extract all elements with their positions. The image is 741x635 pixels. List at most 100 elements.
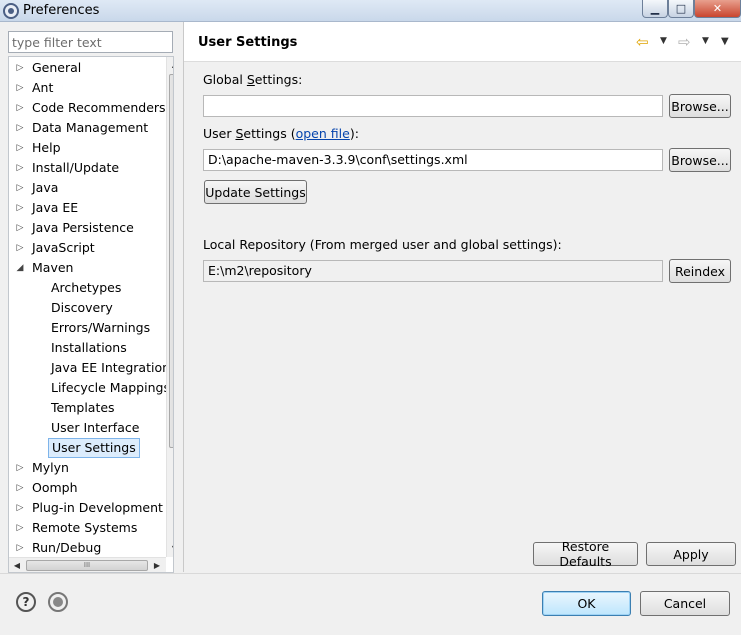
tree-item-label: Help [32, 140, 61, 155]
tree-item-label: Archetypes [51, 280, 122, 295]
tree-item-label: Oomph [32, 480, 78, 495]
global-settings-field[interactable] [203, 95, 663, 117]
tree-item-label: User Settings [48, 438, 140, 458]
tree-horizontal-scrollbar[interactable]: ◀ III ▶ [9, 557, 166, 572]
minimize-button[interactable]: ▁ [642, 0, 668, 18]
page-header: User Settings ⇦ ▼ ⇨ ▼ ▼ [184, 22, 741, 62]
filter-input[interactable] [8, 31, 173, 53]
tree-collapsed-arrow-icon[interactable]: ▷ [15, 218, 25, 238]
tree-collapsed-arrow-icon[interactable]: ▷ [15, 478, 25, 498]
tree-item-label: Code Recommenders [32, 100, 166, 115]
help-icon[interactable]: ? [16, 592, 36, 612]
tree-item[interactable]: ▷ Remote Systems [9, 518, 166, 538]
tree-item-label: Mylyn [32, 460, 69, 475]
user-settings-label: User Settings (open file): [203, 126, 359, 141]
tree-item[interactable]: ▷ Ant [9, 78, 166, 98]
tree-item[interactable]: User Interface [9, 418, 166, 438]
tree-item[interactable]: ▷ General [9, 58, 166, 78]
tree-collapsed-arrow-icon[interactable]: ▷ [15, 498, 25, 518]
user-browse-button[interactable]: Browse... [669, 148, 731, 172]
tree-collapsed-arrow-icon[interactable]: ▷ [15, 158, 25, 178]
tree-collapsed-arrow-icon[interactable]: ▷ [15, 118, 25, 138]
update-settings-button[interactable]: Update Settings [204, 180, 307, 204]
scroll-left-icon[interactable]: ◀ [9, 558, 25, 572]
title-bar: Preferences ▁ □ ✕ [0, 0, 741, 22]
tree-item-label: Errors/Warnings [51, 320, 151, 335]
tree-item[interactable]: ▷ Code Recommenders [9, 98, 166, 118]
tree-item[interactable]: Errors/Warnings [9, 318, 166, 338]
tree-collapsed-arrow-icon[interactable]: ▷ [15, 98, 25, 118]
tree-collapsed-arrow-icon[interactable]: ▷ [15, 518, 25, 538]
tree-item[interactable]: ▷ Java [9, 178, 166, 198]
local-repository-label: Local Repository (From merged user and g… [203, 237, 562, 252]
tree-item[interactable]: ▷ JavaScript [9, 238, 166, 258]
ok-button[interactable]: OK [542, 591, 631, 616]
tree-item[interactable]: Discovery [9, 298, 166, 318]
scroll-right-icon[interactable]: ▶ [149, 558, 165, 572]
tree-collapsed-arrow-icon[interactable]: ▷ [15, 458, 25, 478]
forward-history-dropdown-icon[interactable]: ▼ [702, 36, 709, 46]
tree-item[interactable]: ▷ Help [9, 138, 166, 158]
tree-item[interactable]: ▷ Mylyn [9, 458, 166, 478]
view-menu-icon[interactable]: ▼ [721, 36, 729, 47]
vertical-scroll-thumb[interactable]: ≡ [169, 74, 173, 448]
tree-item-label: Java Persistence [32, 220, 134, 235]
tree-item-label: Maven [32, 260, 74, 275]
tree-expanded-arrow-icon[interactable]: ◢ [15, 258, 25, 278]
tree-item-label: Templates [51, 400, 115, 415]
tree-item-label: Lifecycle Mappings [51, 380, 170, 395]
tree-collapsed-arrow-icon[interactable]: ▷ [15, 78, 25, 98]
tree-item[interactable]: Installations [9, 338, 166, 358]
minimize-icon: ▁ [650, 2, 660, 15]
record-preferences-icon[interactable] [48, 592, 68, 612]
tree-collapsed-arrow-icon[interactable]: ▷ [15, 58, 25, 78]
open-file-link[interactable]: open file [296, 126, 350, 141]
tree-item[interactable]: ▷ Plug-in Development [9, 498, 166, 518]
forward-arrow-icon[interactable]: ⇨ [678, 33, 691, 51]
close-window-button[interactable]: ✕ [694, 0, 741, 18]
back-arrow-icon[interactable]: ⇦ [636, 33, 649, 51]
close-icon: ✕ [712, 2, 723, 15]
tree-item-label: JavaScript [32, 240, 95, 255]
tree-collapsed-arrow-icon[interactable]: ▷ [15, 178, 25, 198]
restore-defaults-button[interactable]: Restore Defaults [533, 539, 638, 569]
tree-item[interactable]: ▷ Java EE [9, 198, 166, 218]
tree-item[interactable]: ▷ Data Management [9, 118, 166, 138]
cancel-button[interactable]: Cancel [640, 591, 730, 616]
user-settings-field[interactable]: D:\apache-maven-3.3.9\conf\settings.xml [203, 149, 663, 171]
tree-item-label: Run/Debug [32, 540, 102, 555]
tree-collapsed-arrow-icon[interactable]: ▷ [15, 538, 25, 558]
tree-item[interactable]: ▷ Java Persistence [9, 218, 166, 238]
maximize-button[interactable]: □ [668, 0, 694, 18]
footer-separator [0, 573, 741, 574]
maximize-icon: □ [675, 2, 687, 15]
tree-item[interactable]: ▷ Oomph [9, 478, 166, 498]
tree-item-label: Java [32, 180, 59, 195]
horizontal-scroll-thumb[interactable]: III [26, 560, 148, 571]
tree-collapsed-arrow-icon[interactable]: ▷ [15, 138, 25, 158]
tree-item[interactable]: Lifecycle Mappings [9, 378, 170, 398]
scroll-down-icon[interactable]: ▼ [167, 541, 173, 557]
scroll-up-icon[interactable]: ▲ [167, 57, 173, 73]
tree-item-label: Plug-in Development [32, 500, 163, 515]
tree-item[interactable]: ▷ Run/Debug [9, 538, 166, 558]
tree-item[interactable]: Java EE Integration [9, 358, 170, 378]
apply-button[interactable]: Apply [646, 542, 736, 566]
tree-collapsed-arrow-icon[interactable]: ▷ [15, 198, 25, 218]
tree-item[interactable]: Archetypes [9, 278, 166, 298]
preference-tree[interactable]: ▷ General ▷ Ant ▷ Code Recommenders ▷ Data Mana… [8, 56, 174, 573]
tree-item[interactable]: User Settings [9, 438, 166, 458]
tree-collapsed-arrow-icon[interactable]: ▷ [15, 238, 25, 258]
local-repository-field: E:\m2\repository [203, 260, 663, 282]
pane-sash[interactable] [183, 22, 184, 572]
tree-item-label: Install/Update [32, 160, 120, 175]
tree-item[interactable]: ▷ Install/Update [9, 158, 166, 178]
tree-item-label: Installations [51, 340, 127, 355]
tree-vertical-scrollbar[interactable]: ▲ ≡ ▼ [166, 57, 173, 557]
back-history-dropdown-icon[interactable]: ▼ [660, 36, 667, 46]
reindex-button[interactable]: Reindex [669, 259, 731, 283]
tree-item[interactable]: ◢ Maven [9, 258, 166, 278]
global-settings-label: Global Settings: [203, 72, 303, 87]
global-browse-button[interactable]: Browse... [669, 94, 731, 118]
tree-item[interactable]: Templates [9, 398, 166, 418]
